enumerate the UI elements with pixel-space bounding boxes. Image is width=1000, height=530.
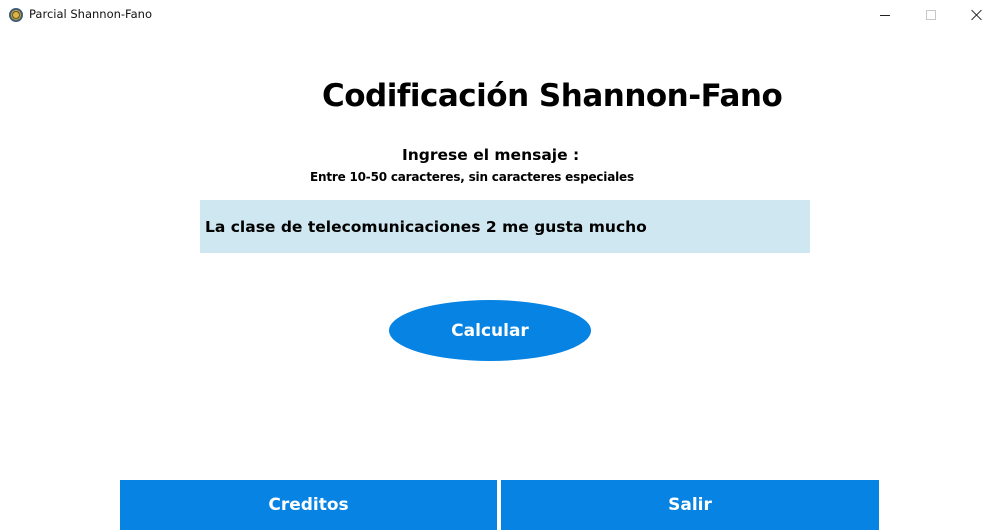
minimize-icon [880,14,890,16]
maximize-button[interactable] [908,0,954,30]
message-prompt-label: Ingrese el mensaje : [402,146,580,164]
app-emblem-icon [9,8,23,22]
close-button[interactable] [954,0,1000,30]
page-title: Codificación Shannon-Fano [322,78,783,114]
maximize-icon [926,10,936,20]
close-icon [971,9,983,21]
window-title: Parcial Shannon-Fano [29,7,152,21]
message-input[interactable] [200,200,810,253]
exit-button[interactable]: Salir [501,480,879,530]
app-window: Parcial Shannon-Fano Codificación Shanno… [0,0,1000,530]
message-hint-label: Entre 10-50 caracteres, sin caracteres e… [310,170,634,184]
credits-button[interactable]: Creditos [120,480,497,530]
calculate-button[interactable]: Calcular [389,300,591,361]
minimize-button[interactable] [862,0,908,30]
title-bar[interactable]: Parcial Shannon-Fano [0,0,1000,30]
